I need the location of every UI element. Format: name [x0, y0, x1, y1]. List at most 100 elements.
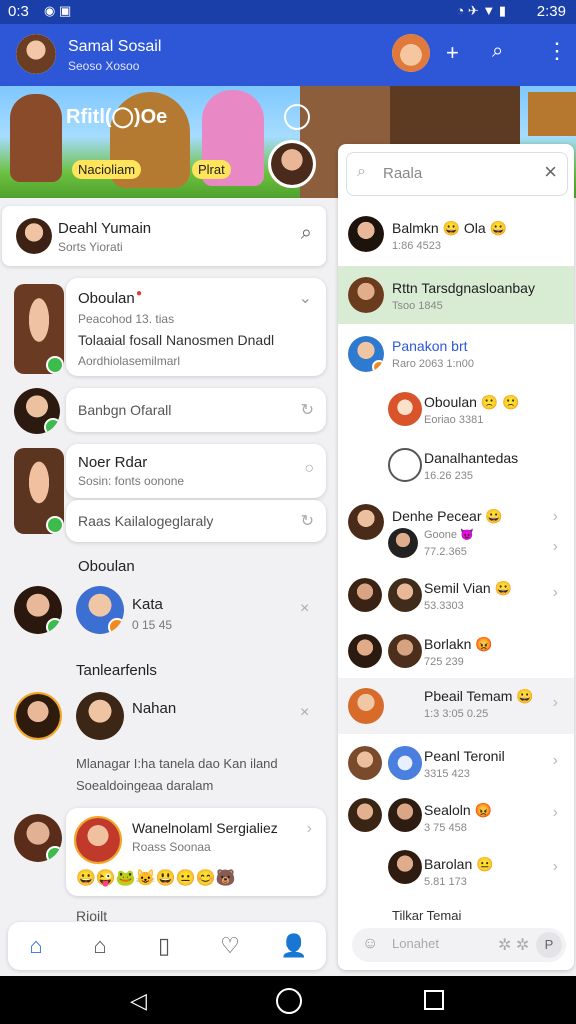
- chevron-right-icon[interactable]: ›: [553, 694, 558, 712]
- post-card-1[interactable]: Oboulan ● ⌄ Peacohod 13. tias Tolaaial f…: [66, 278, 326, 376]
- message-placeholder: Lonahet: [392, 936, 439, 951]
- contact-row[interactable]: Balmkn 😀 Ola 😀 1:86 4523: [338, 204, 574, 264]
- section3-avatar-a[interactable]: [14, 814, 62, 862]
- add-icon[interactable]: +: [446, 40, 459, 66]
- section3-card[interactable]: Wanelnolaml Sergialiez Roass Soonaa › 😀😜…: [66, 808, 326, 896]
- panel-search-icon: ⌕: [357, 163, 366, 180]
- circle-icon[interactable]: ○: [304, 460, 314, 478]
- banner-play-icon[interactable]: [284, 104, 310, 130]
- banner-caption-right: Plrat: [192, 160, 231, 179]
- post-card-3[interactable]: Noer Rdar Sosin: fonts oonone ○: [66, 444, 326, 498]
- contact-sub: 5.81 173: [424, 876, 467, 888]
- contact-sub: 725 239: [424, 656, 464, 668]
- contact-row[interactable]: Denhe Pecear 😀 Goone 😈 77.2.365 › ›: [338, 498, 574, 568]
- emoji-icon[interactable]: ☺: [362, 935, 378, 953]
- post-line3-1: Aordhiolasemilmarl: [78, 354, 181, 368]
- chevron-right-icon[interactable]: ›: [307, 820, 312, 838]
- cartoon-avatar[interactable]: [392, 34, 430, 72]
- post-title-1: Oboulan: [78, 290, 135, 307]
- post-line1-1: Peacohod 13. tias: [78, 312, 175, 326]
- contact-name: Pbeail Temam 😀: [424, 688, 534, 704]
- banner-avatar[interactable]: [268, 140, 316, 188]
- contact-name: Borlakn 😡: [424, 636, 493, 652]
- post-title-3: Noer Rdar: [78, 454, 148, 471]
- section2-item-name: Nahan: [132, 700, 177, 717]
- home-circle-icon[interactable]: [276, 988, 302, 1014]
- post-line1-3: Sosin: fonts oonone: [78, 474, 185, 488]
- contact-row[interactable]: Pbeail Temam 😀 1:3 3:05 0.25 ›: [338, 678, 574, 734]
- contact-row[interactable]: Oboulan 🙁 🙁 Eoriao 3381: [338, 384, 574, 438]
- profile-card-avatar: [16, 218, 52, 254]
- section3-sub: Roass Soonaa: [132, 840, 211, 854]
- close-icon[interactable]: ×: [544, 159, 557, 185]
- back-icon[interactable]: ◁: [130, 988, 147, 1014]
- list-title-4: Raas Kailalogeglaraly: [78, 513, 214, 529]
- signal-icons: ◔ ✈ ▼ ▮: [456, 3, 506, 18]
- app-title: Samal Sosail: [68, 38, 162, 55]
- contact-row[interactable]: Sealoln 😡 3 75 458 ›: [338, 794, 574, 848]
- list-title-2: Banbgn Ofarall: [78, 402, 172, 418]
- contact-row[interactable]: Barolan 😐 5.81 173 ›: [338, 848, 574, 902]
- contact-name: Denhe Pecear 😀: [392, 508, 503, 524]
- cartoon-character-right: [528, 92, 576, 136]
- section1-avatar-b[interactable]: [76, 586, 124, 634]
- profile-card-sub: Sorts Yiorati: [58, 240, 123, 254]
- refresh-icon-2[interactable]: ↻: [301, 511, 314, 531]
- dismiss-icon[interactable]: ×: [300, 600, 309, 618]
- contact-row[interactable]: Panakon brt Raro 2063 1:n00: [338, 328, 574, 382]
- refresh-icon[interactable]: ↻: [301, 400, 314, 420]
- contact-row[interactable]: Peanl Teronil 3315 423 ›: [338, 738, 574, 792]
- chevron-down-icon[interactable]: ⌄: [299, 288, 312, 308]
- section2-avatar-a[interactable]: [14, 692, 62, 740]
- chevron-right-icon[interactable]: ›: [553, 804, 558, 822]
- section1-item-sub: 0 15 45: [132, 618, 173, 632]
- attach-icon[interactable]: ✲ ✲: [498, 935, 529, 955]
- heart-icon[interactable]: ♡: [216, 932, 244, 960]
- community-icon[interactable]: ⌂: [86, 932, 114, 960]
- avatar-2[interactable]: [14, 388, 60, 434]
- post-photo-1[interactable]: [14, 284, 64, 374]
- contact-row[interactable]: Danalhantedas 16.26 235: [338, 440, 574, 494]
- section3-avatar-b: [74, 816, 122, 864]
- post-photo-3[interactable]: [14, 448, 64, 534]
- chevron-right-icon[interactable]: ›: [553, 752, 558, 770]
- message-input[interactable]: ☺ Lonahet ✲ ✲ P: [352, 928, 566, 962]
- contact-sub: 3315 423: [424, 768, 470, 780]
- profile-card[interactable]: Deahl Yumain Sorts Yiorati ⌕: [2, 206, 326, 266]
- contact-sub: Raro 2063 1:n00: [392, 358, 474, 370]
- panel-search-box[interactable]: ⌕ Raala ×: [346, 152, 568, 196]
- more-icon[interactable]: ⋮: [546, 38, 568, 64]
- send-icon[interactable]: P: [536, 932, 562, 958]
- contact-sub: 1:86 4523: [392, 240, 441, 252]
- profile-avatar[interactable]: [16, 34, 56, 74]
- section2-avatar-b[interactable]: [76, 692, 124, 740]
- cartoon-group: [390, 86, 520, 148]
- chevron-right-icon[interactable]: ›: [553, 584, 558, 602]
- section1-avatar-a[interactable]: [14, 586, 62, 634]
- contact-row-selected[interactable]: Rttn Tarsdgnasloanbay Tsoo 1845: [338, 266, 574, 324]
- dismiss-icon-2[interactable]: ×: [300, 704, 309, 722]
- status-time-left: 0:3: [8, 3, 29, 20]
- profile-search-icon[interactable]: ⌕: [301, 222, 312, 245]
- contact-sub: Eoriao 3381: [424, 414, 484, 426]
- clipboard-icon[interactable]: ▯: [150, 932, 178, 960]
- home-icon[interactable]: ⌂: [22, 932, 50, 960]
- contact-name: Oboulan 🙁 🙁: [424, 394, 520, 410]
- contact-name: Panakon brt: [392, 338, 468, 354]
- contact-row[interactable]: Semil Vian 😀 53.3303 ›: [338, 570, 574, 624]
- section-title-2: Tanlearfenls: [76, 662, 157, 679]
- list-card-4[interactable]: Raas Kailalogeglaraly ↻: [66, 500, 326, 542]
- search-icon[interactable]: ⌕: [492, 40, 503, 63]
- profile-icon[interactable]: 👤: [280, 932, 308, 960]
- contact-row[interactable]: Borlakn 😡 725 239: [338, 626, 574, 680]
- chevron-right-icon[interactable]: ›: [553, 858, 558, 876]
- recents-icon[interactable]: [424, 990, 444, 1010]
- section2-note2: Soealdoingeaa daralam: [76, 778, 214, 793]
- emoji-row: 😀😜🐸😺😃😐😊🐻: [76, 870, 236, 887]
- list-card-2[interactable]: Banbgn Ofarall ↻: [66, 388, 326, 432]
- chevron-right-icon[interactable]: ›: [553, 508, 558, 526]
- app-bar: Samal Sosail Seoso Xosoo + ⌕ ⋮: [0, 24, 576, 86]
- chevron-right-icon[interactable]: ›: [553, 538, 558, 556]
- status-time-right: 2:39: [536, 3, 566, 20]
- system-nav-bar: ◁: [0, 976, 576, 1024]
